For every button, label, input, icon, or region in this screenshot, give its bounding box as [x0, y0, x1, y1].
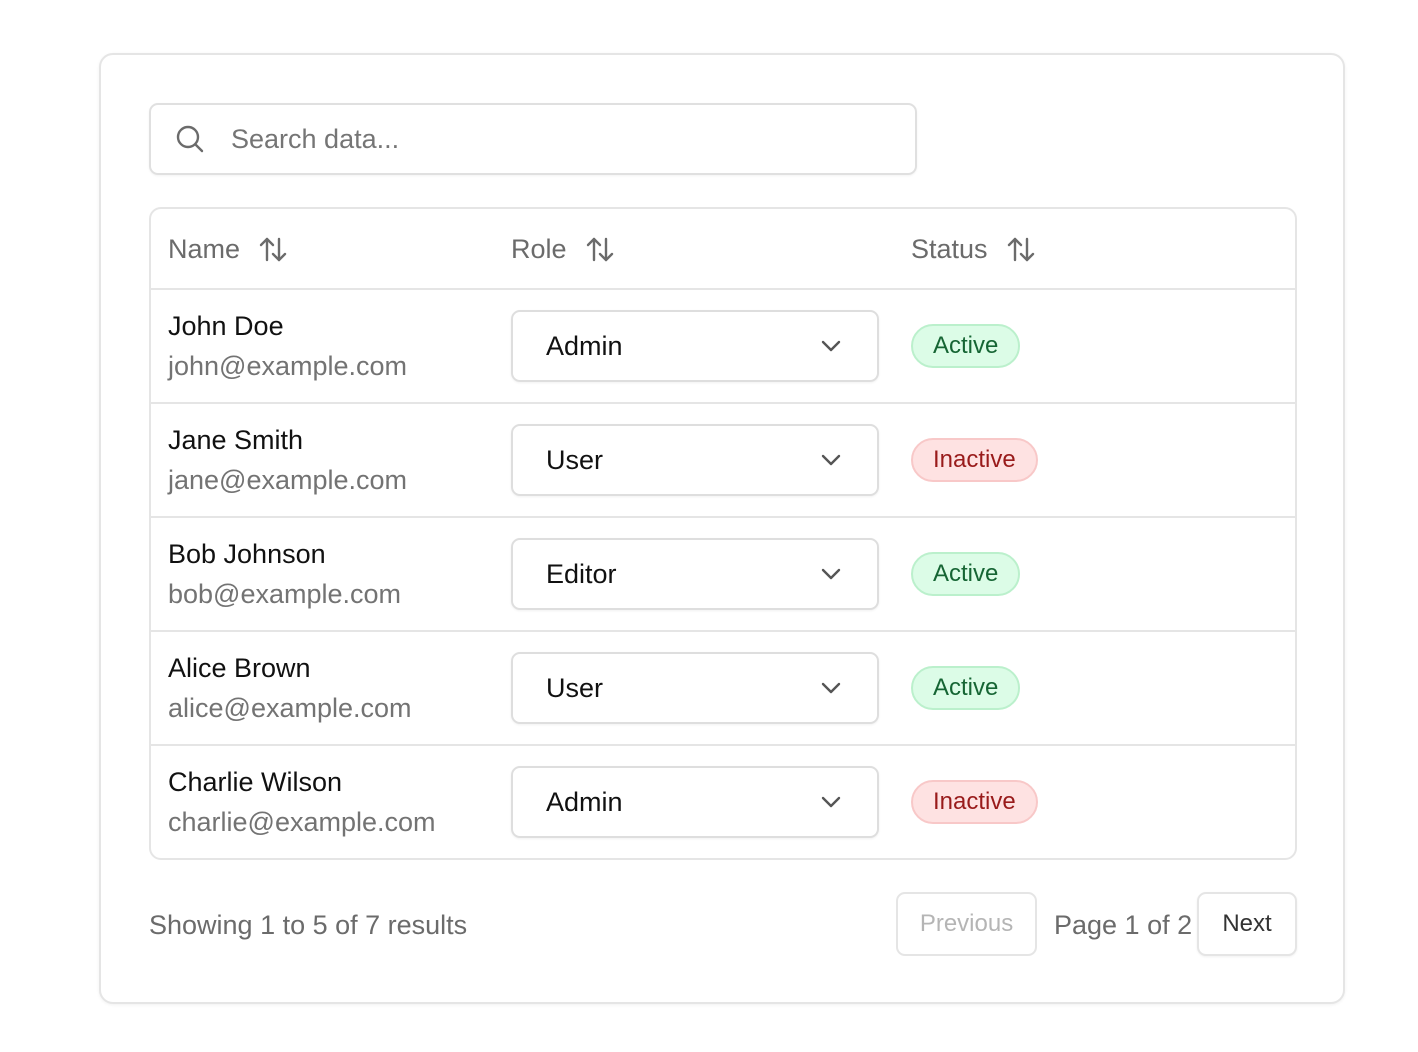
- sort-arrows-icon[interactable]: [585, 235, 615, 265]
- page-indicator: Page 1 of 2: [1054, 910, 1193, 940]
- chevron-down-icon: [821, 568, 841, 580]
- name-cell: Charlie Wilson charlie@example.com: [168, 764, 436, 840]
- table-row: Alice Brown alice@example.com User Activ…: [151, 632, 1295, 746]
- search-box[interactable]: [149, 103, 917, 175]
- sort-arrows-icon[interactable]: [1006, 235, 1036, 265]
- role-select[interactable]: Admin: [511, 766, 879, 838]
- user-email: alice@example.com: [168, 693, 412, 723]
- role-select-value: User: [546, 672, 604, 703]
- name-cell: Alice Brown alice@example.com: [168, 650, 412, 726]
- previous-button[interactable]: Previous: [896, 892, 1037, 956]
- column-label-role: Role: [511, 234, 567, 264]
- chevron-down-icon: [821, 682, 841, 694]
- data-table-card: Name Role Status: [99, 53, 1345, 1004]
- sort-arrows-icon[interactable]: [258, 235, 288, 265]
- user-name: Charlie Wilson: [168, 767, 343, 797]
- next-button[interactable]: Next: [1197, 892, 1297, 956]
- search-input[interactable]: [231, 105, 915, 173]
- chevron-down-icon: [821, 340, 841, 352]
- status-badge: Active: [911, 552, 1021, 596]
- status-badge: Inactive: [911, 780, 1038, 824]
- table-header: Name Role Status: [151, 209, 1295, 290]
- user-email: john@example.com: [168, 351, 408, 381]
- role-select-value: Admin: [546, 786, 623, 817]
- user-name: Jane Smith: [168, 425, 304, 455]
- users-table: Name Role Status John Doe john@example.c…: [149, 207, 1297, 860]
- user-email: jane@example.com: [168, 465, 408, 495]
- column-header-role[interactable]: Role: [511, 209, 615, 290]
- table-row: John Doe john@example.com Admin Active: [151, 290, 1295, 404]
- column-header-name[interactable]: Name: [168, 209, 288, 290]
- status-badge: Active: [911, 666, 1021, 710]
- role-select[interactable]: Admin: [511, 310, 879, 382]
- name-cell: Jane Smith jane@example.com: [168, 422, 407, 498]
- role-select[interactable]: User: [511, 652, 879, 724]
- column-label-status: Status: [911, 234, 988, 264]
- status-badge: Active: [911, 324, 1021, 368]
- user-name: John Doe: [168, 311, 284, 341]
- name-cell: Bob Johnson bob@example.com: [168, 536, 401, 612]
- user-name: Bob Johnson: [168, 539, 326, 569]
- role-select[interactable]: Editor: [511, 538, 879, 610]
- search-icon: [175, 124, 205, 154]
- table-row: Charlie Wilson charlie@example.com Admin…: [151, 746, 1295, 858]
- table-row: Jane Smith jane@example.com User Inactiv…: [151, 404, 1295, 518]
- user-email: charlie@example.com: [168, 807, 436, 837]
- results-summary: Showing 1 to 5 of 7 results: [149, 910, 468, 940]
- column-header-status[interactable]: Status: [911, 209, 1036, 290]
- name-cell: John Doe john@example.com: [168, 308, 407, 384]
- user-name: Alice Brown: [168, 653, 311, 683]
- role-select-value: User: [546, 444, 604, 475]
- user-email: bob@example.com: [168, 579, 402, 609]
- chevron-down-icon: [821, 796, 841, 808]
- status-badge: Inactive: [911, 438, 1038, 482]
- column-label-name: Name: [168, 234, 241, 264]
- role-select-value: Admin: [546, 330, 623, 361]
- table-row: Bob Johnson bob@example.com Editor Activ…: [151, 518, 1295, 632]
- role-select[interactable]: User: [511, 424, 879, 496]
- chevron-down-icon: [821, 454, 841, 466]
- role-select-value: Editor: [546, 558, 617, 589]
